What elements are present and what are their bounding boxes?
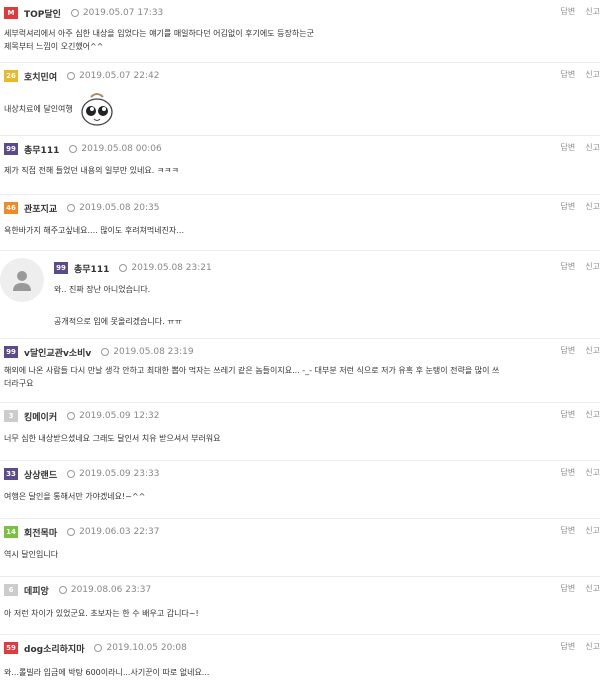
comment-item: 59 dog소리하지마 2019.10.05 20:08 답변 신고 와...롤빌… xyxy=(0,635,600,689)
author-name[interactable]: 회전목마 xyxy=(24,526,57,539)
report-button[interactable]: 신고 xyxy=(585,70,600,79)
reply-button[interactable]: 답변 xyxy=(561,7,576,16)
level-badge: 3 xyxy=(4,410,18,422)
level-badge: 99 xyxy=(4,346,18,358)
comment-date: 2019.06.03 22:37 xyxy=(79,527,160,537)
comment-item: 46 관포지교 2019.05.08 20:35 답변 신고 욕한바가지 해주고싶… xyxy=(0,195,600,251)
comment-text: 제목부터 느낌이 오긴했어^^ xyxy=(4,42,104,51)
reply-button[interactable]: 답변 xyxy=(561,410,576,419)
comment-text: 아 저런 차이가 있었군요. 초보자는 한 수 배우고 갑니다~! xyxy=(4,609,199,618)
author-name[interactable]: v달인교관v소비v xyxy=(24,346,91,359)
report-button[interactable]: 신고 xyxy=(585,584,600,593)
author-name[interactable]: TOP달인 xyxy=(24,7,61,20)
avatar xyxy=(0,258,44,302)
comment-item: 99 v달인교관v소비v 2019.05.08 23:19 답변 신고 해외에 나… xyxy=(0,339,600,403)
comment-date: 2019.05.09 12:32 xyxy=(79,411,160,421)
reply-button[interactable]: 답변 xyxy=(561,526,576,535)
author-name[interactable]: 총무111 xyxy=(24,143,59,156)
report-button[interactable]: 신고 xyxy=(585,526,600,535)
clock-icon xyxy=(67,528,76,536)
comment-text: 더라구요 xyxy=(4,379,34,388)
level-badge: 99 xyxy=(4,143,18,155)
author-name[interactable]: 호치민여 xyxy=(24,70,57,83)
comment-text: 욕한바가지 해주고싶네요.... 많이도 후려쳐먹네진자... xyxy=(4,226,184,235)
comment-text: 여행은 달인을 통해서만 가야겠네요!~^^ xyxy=(4,492,146,501)
report-button[interactable]: 신고 xyxy=(585,7,600,16)
user-silhouette-icon xyxy=(13,271,31,291)
report-button[interactable]: 신고 xyxy=(585,202,600,211)
comment-date: 2019.05.09 23:33 xyxy=(79,469,160,479)
clock-icon xyxy=(58,586,67,594)
author-name[interactable]: 데피앙 xyxy=(24,584,49,597)
level-badge: 6 xyxy=(4,584,18,596)
clock-icon xyxy=(67,72,76,80)
comment-text: 공개적으로 입에 못올리겠습니다. ㅠㅠ xyxy=(54,317,182,326)
level-badge: 26 xyxy=(4,70,18,82)
comment-date: 2019.05.07 17:33 xyxy=(82,8,164,18)
comment-date: 2019.05.08 00:06 xyxy=(81,144,162,154)
author-name[interactable]: 킹메이커 xyxy=(24,410,57,423)
report-button[interactable]: 신고 xyxy=(585,410,600,419)
comment-date: 2019.05.07 22:42 xyxy=(79,71,160,81)
comment-text: 내상치료에 달인여행 xyxy=(4,104,73,114)
level-badge: 33 xyxy=(4,468,18,480)
reply-button[interactable]: 답변 xyxy=(561,262,576,271)
clock-icon xyxy=(70,9,79,17)
comment-item: 3 킹메이커 2019.05.09 12:32 답변 신고 너무 심한 내상받으셨… xyxy=(0,403,600,461)
level-badge: 14 xyxy=(4,526,18,538)
report-button[interactable]: 신고 xyxy=(585,262,600,271)
clock-icon xyxy=(67,470,76,478)
reply-button[interactable]: 답변 xyxy=(561,346,576,355)
level-badge: M xyxy=(4,7,18,19)
report-button[interactable]: 신고 xyxy=(585,642,600,651)
reply-button[interactable]: 답변 xyxy=(561,468,576,477)
comment-date: 2019.05.08 20:35 xyxy=(79,203,160,213)
level-badge: 59 xyxy=(4,642,18,654)
comment-text: 와.. 진짜 장난 아니었습니다. xyxy=(54,285,151,294)
comment-date: 2019.05.08 23:21 xyxy=(131,263,212,273)
comment-item: 99 총무111 2019.05.08 23:21 답변 신고 와.. 진짜 장난… xyxy=(0,251,600,339)
level-badge: 99 xyxy=(54,262,68,274)
clock-icon xyxy=(119,264,128,272)
report-button[interactable]: 신고 xyxy=(585,346,600,355)
author-name[interactable]: 총무111 xyxy=(74,262,109,275)
comment-text: 역시 달인입니다 xyxy=(4,550,59,559)
reply-button[interactable]: 답변 xyxy=(561,584,576,593)
reply-button[interactable]: 답변 xyxy=(561,202,576,211)
comment-date: 2019.08.06 23:37 xyxy=(70,585,152,595)
reply-button[interactable]: 답변 xyxy=(561,70,576,79)
clock-icon xyxy=(67,412,76,420)
comment-text: 세부럭셔리에서 아주 심한 내상을 입었다는 얘기를 매일하다던 어김없이 후기… xyxy=(4,29,314,38)
reply-button[interactable]: 답변 xyxy=(561,143,576,152)
clock-icon xyxy=(69,145,78,153)
comment-item: 26 호치민여 2019.05.07 22:42 답변 신고 내상치료에 달인여행 xyxy=(0,63,600,136)
comment-item: M TOP달인 2019.05.07 17:33 답변 신고 세부럭셔리에서 아주… xyxy=(0,0,600,63)
comment-date: 2019.10.05 20:08 xyxy=(106,643,187,653)
comment-text: 제가 직접 전해 들었던 내용의 일부만 있네요. ㅋㅋㅋ xyxy=(4,166,179,175)
author-name[interactable]: dog소리하지마 xyxy=(24,642,84,655)
comment-item: 33 상상랜드 2019.05.09 23:33 답변 신고 여행은 달인을 통해… xyxy=(0,461,600,519)
clock-icon xyxy=(67,204,76,212)
emoticon-face-icon xyxy=(81,93,113,126)
comment-item: 6 데피앙 2019.08.06 23:37 답변 신고 아 저런 차이가 있었군… xyxy=(0,577,600,635)
comment-item: 14 회전목마 2019.06.03 22:37 답변 신고 역시 달인입니다 xyxy=(0,519,600,577)
report-button[interactable]: 신고 xyxy=(585,143,600,152)
clock-icon xyxy=(94,644,103,652)
comment-date: 2019.05.08 23:19 xyxy=(113,347,194,357)
clock-icon xyxy=(101,348,110,356)
comment-text: 너무 심한 내상받으셨네요 그래도 달인서 치유 받으셔서 부러워요 xyxy=(4,434,221,443)
comment-text: 해외에 나온 사람들 다시 만날 생각 안하고 최대한 뽑아 먹자는 쓰레기 같… xyxy=(4,366,500,375)
author-name[interactable]: 관포지교 xyxy=(24,202,57,215)
comment-item: 99 총무111 2019.05.08 00:06 답변 신고 제가 직접 전해 … xyxy=(0,136,600,195)
author-name[interactable]: 상상랜드 xyxy=(24,468,57,481)
report-button[interactable]: 신고 xyxy=(585,468,600,477)
reply-button[interactable]: 답변 xyxy=(561,642,576,651)
level-badge: 46 xyxy=(4,202,18,214)
comment-text: 와...롤빌라 입금에 박탕 600이라니...사기꾼이 따로 없네요... xyxy=(4,668,210,677)
